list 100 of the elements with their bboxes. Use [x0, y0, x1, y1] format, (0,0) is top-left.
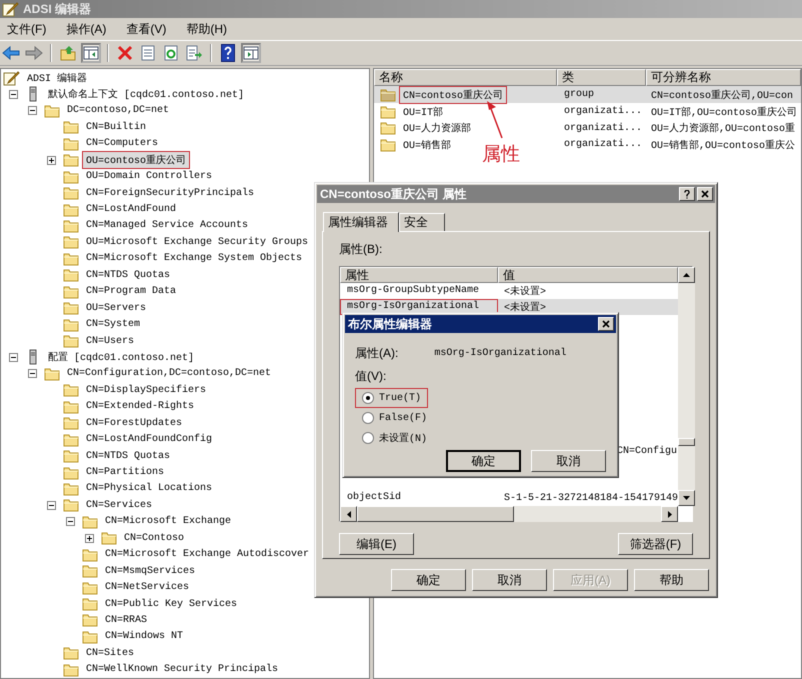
menu-item[interactable]: 帮助(H): [186, 20, 227, 38]
tab[interactable]: 属性编辑器: [323, 212, 399, 232]
folder-icon: [82, 613, 98, 628]
tree-item[interactable]: CN=NetServices: [101, 580, 194, 596]
tree-item[interactable]: CN=Microsoft Exchange System Objects: [82, 251, 306, 266]
folder-icon: [63, 318, 79, 332]
toolbar-button[interactable]: [218, 42, 238, 63]
column-header[interactable]: 可分辨名称: [646, 68, 801, 86]
collapse-toggle[interactable]: [28, 106, 37, 116]
tree-item[interactable]: CN=Partitions: [82, 465, 168, 480]
dialog-button[interactable]: 确定: [446, 450, 521, 472]
list-cell-text: organizati...: [562, 138, 643, 152]
tree-item[interactable]: CN=Physical Locations: [82, 481, 216, 496]
tree-item[interactable]: OU=Microsoft Exchange Security Groups: [82, 234, 312, 250]
radio-option[interactable]: False(F): [355, 408, 434, 428]
tree-item[interactable]: CN=Microsoft Exchange: [101, 514, 236, 530]
tree-item[interactable]: OU=Servers: [82, 300, 150, 316]
tree-item[interactable]: OU=contoso重庆公司: [82, 151, 190, 170]
menu-item[interactable]: 文件(F): [7, 20, 46, 38]
close-button[interactable]: [598, 317, 614, 331]
scroll-right-button[interactable]: [661, 506, 678, 522]
collapse-toggle[interactable]: [28, 369, 37, 378]
dialog-button[interactable]: 取消: [472, 569, 547, 591]
scrollbar-thumb[interactable]: [678, 438, 696, 446]
tree-item[interactable]: CN=NTDS Quotas: [82, 268, 174, 283]
attribute-name: msOrg-GroupSubtypeName: [346, 284, 480, 298]
column-header[interactable]: 类: [556, 68, 646, 86]
tree-item[interactable]: CN=Microsoft Exchange Autodiscover: [101, 547, 314, 562]
tree-item[interactable]: 默认命名上下文 [cqdc01.contoso.net]: [44, 85, 248, 104]
list-row[interactable]: CN=contoso重庆公司 group CN=contoso重庆公司,OU=con: [374, 86, 801, 102]
scroll-left-button[interactable]: [340, 506, 357, 522]
collapse-toggle[interactable]: [9, 352, 18, 362]
dialog-button[interactable]: 确定: [391, 569, 466, 591]
tree-item[interactable]: CN=Managed Service Accounts: [82, 218, 252, 234]
close-button[interactable]: [697, 187, 713, 201]
tree-item[interactable]: CN=Program Data: [82, 284, 180, 300]
tree-item[interactable]: CN=DisplaySpecifiers: [82, 382, 210, 398]
tree-item[interactable]: CN=RRAS: [101, 612, 152, 628]
tree-item[interactable]: CN=WellKnown Security Principals: [82, 662, 282, 678]
radio-option[interactable]: 未设置(N): [355, 428, 434, 448]
tree-item[interactable]: CN=Contoso: [120, 530, 188, 546]
expand-toggle[interactable]: [47, 156, 56, 165]
column-header[interactable]: 属性: [340, 267, 498, 283]
dialog-button[interactable]: 筛选器(F): [618, 533, 693, 555]
folder-icon: [63, 662, 79, 677]
folder-icon: [44, 104, 60, 118]
dialog-button[interactable]: 帮助: [634, 569, 709, 591]
list-cell-text: OU=销售部,OU=contoso重庆公: [650, 138, 796, 154]
tree-item[interactable]: OU=Domain Controllers: [82, 169, 216, 184]
tree-item[interactable]: CN=Services: [82, 498, 156, 513]
column-header[interactable]: 值: [498, 267, 678, 283]
tree-item[interactable]: CN=Builtin: [82, 120, 150, 135]
tree-item[interactable]: CN=MsmqServices: [101, 564, 200, 579]
tree-item[interactable]: CN=LostAndFound: [82, 202, 180, 218]
list-row[interactable]: OU=IT部 organizati... OU=IT部,OU=contoso重庆公司: [374, 102, 801, 120]
tree-item[interactable]: CN=LostAndFoundConfig: [82, 432, 216, 448]
vertical-scrollbar[interactable]: [678, 267, 696, 506]
tree-item[interactable]: CN=Sites: [82, 646, 138, 661]
tree-item[interactable]: CN=ForeignSecurityPrincipals: [82, 186, 258, 201]
collapse-toggle[interactable]: [47, 500, 56, 510]
plus-icon: [86, 534, 93, 542]
horizontal-scrollbar[interactable]: [340, 506, 678, 522]
tree-item[interactable]: ADSI 编辑器: [23, 69, 92, 88]
collapse-toggle[interactable]: [66, 517, 75, 526]
scroll-up-button[interactable]: [678, 267, 696, 283]
folder-icon: [380, 104, 396, 118]
tree-item[interactable]: CN=Configuration,DC=contoso,DC=net: [63, 366, 276, 382]
tree-item[interactable]: CN=Computers: [82, 136, 162, 152]
menu-item[interactable]: 查看(V): [126, 20, 166, 38]
tree-item[interactable]: CN=Windows NT: [101, 629, 188, 644]
scroll-down-button[interactable]: [678, 490, 696, 506]
attribute-value: <未设置>: [503, 300, 548, 314]
tree-item[interactable]: CN=Public Key Services: [101, 596, 242, 612]
folder-icon: [63, 186, 79, 200]
tree-item[interactable]: 配置 [cqdc01.contoso.net]: [44, 348, 198, 366]
tree-item[interactable]: DC=contoso,DC=net: [63, 103, 174, 118]
menu-item[interactable]: 操作(A): [66, 20, 106, 38]
dialog-button[interactable]: 取消: [531, 450, 606, 472]
expand-toggle[interactable]: [85, 534, 94, 543]
field-label: 值(V):: [355, 368, 388, 385]
toolbar-button[interactable]: [81, 42, 101, 63]
toolbar-button[interactable]: [241, 42, 261, 63]
tree-item[interactable]: CN=Users: [82, 334, 138, 349]
scrollbar-thumb[interactable]: [357, 506, 514, 522]
tree-item[interactable]: CN=Extended-Rights: [82, 399, 198, 414]
column-header[interactable]: 名称: [374, 68, 557, 86]
attribute-row[interactable]: objectSid S-1-5-21-3272148184-154179149: [340, 490, 678, 506]
list-row[interactable]: OU=人力资源部 organizati... OU=人力资源部,OU=contoso重: [374, 119, 801, 136]
help-button[interactable]: [679, 187, 695, 201]
tab[interactable]: 安全: [399, 213, 445, 231]
tree-item[interactable]: CN=ForestUpdates: [82, 416, 186, 431]
tree-item[interactable]: CN=NTDS Quotas: [82, 448, 174, 464]
radio-option[interactable]: True(T): [355, 388, 428, 408]
collapse-toggle[interactable]: [9, 90, 18, 99]
dialog-button[interactable]: 编辑(E): [339, 533, 414, 555]
folder-icon: [380, 121, 396, 136]
properties-icon: [141, 44, 155, 61]
folder-icon: [82, 514, 98, 529]
tree-item[interactable]: CN=System: [82, 317, 144, 332]
attribute-row[interactable]: msOrg-GroupSubtypeName <未设置>: [340, 283, 678, 299]
